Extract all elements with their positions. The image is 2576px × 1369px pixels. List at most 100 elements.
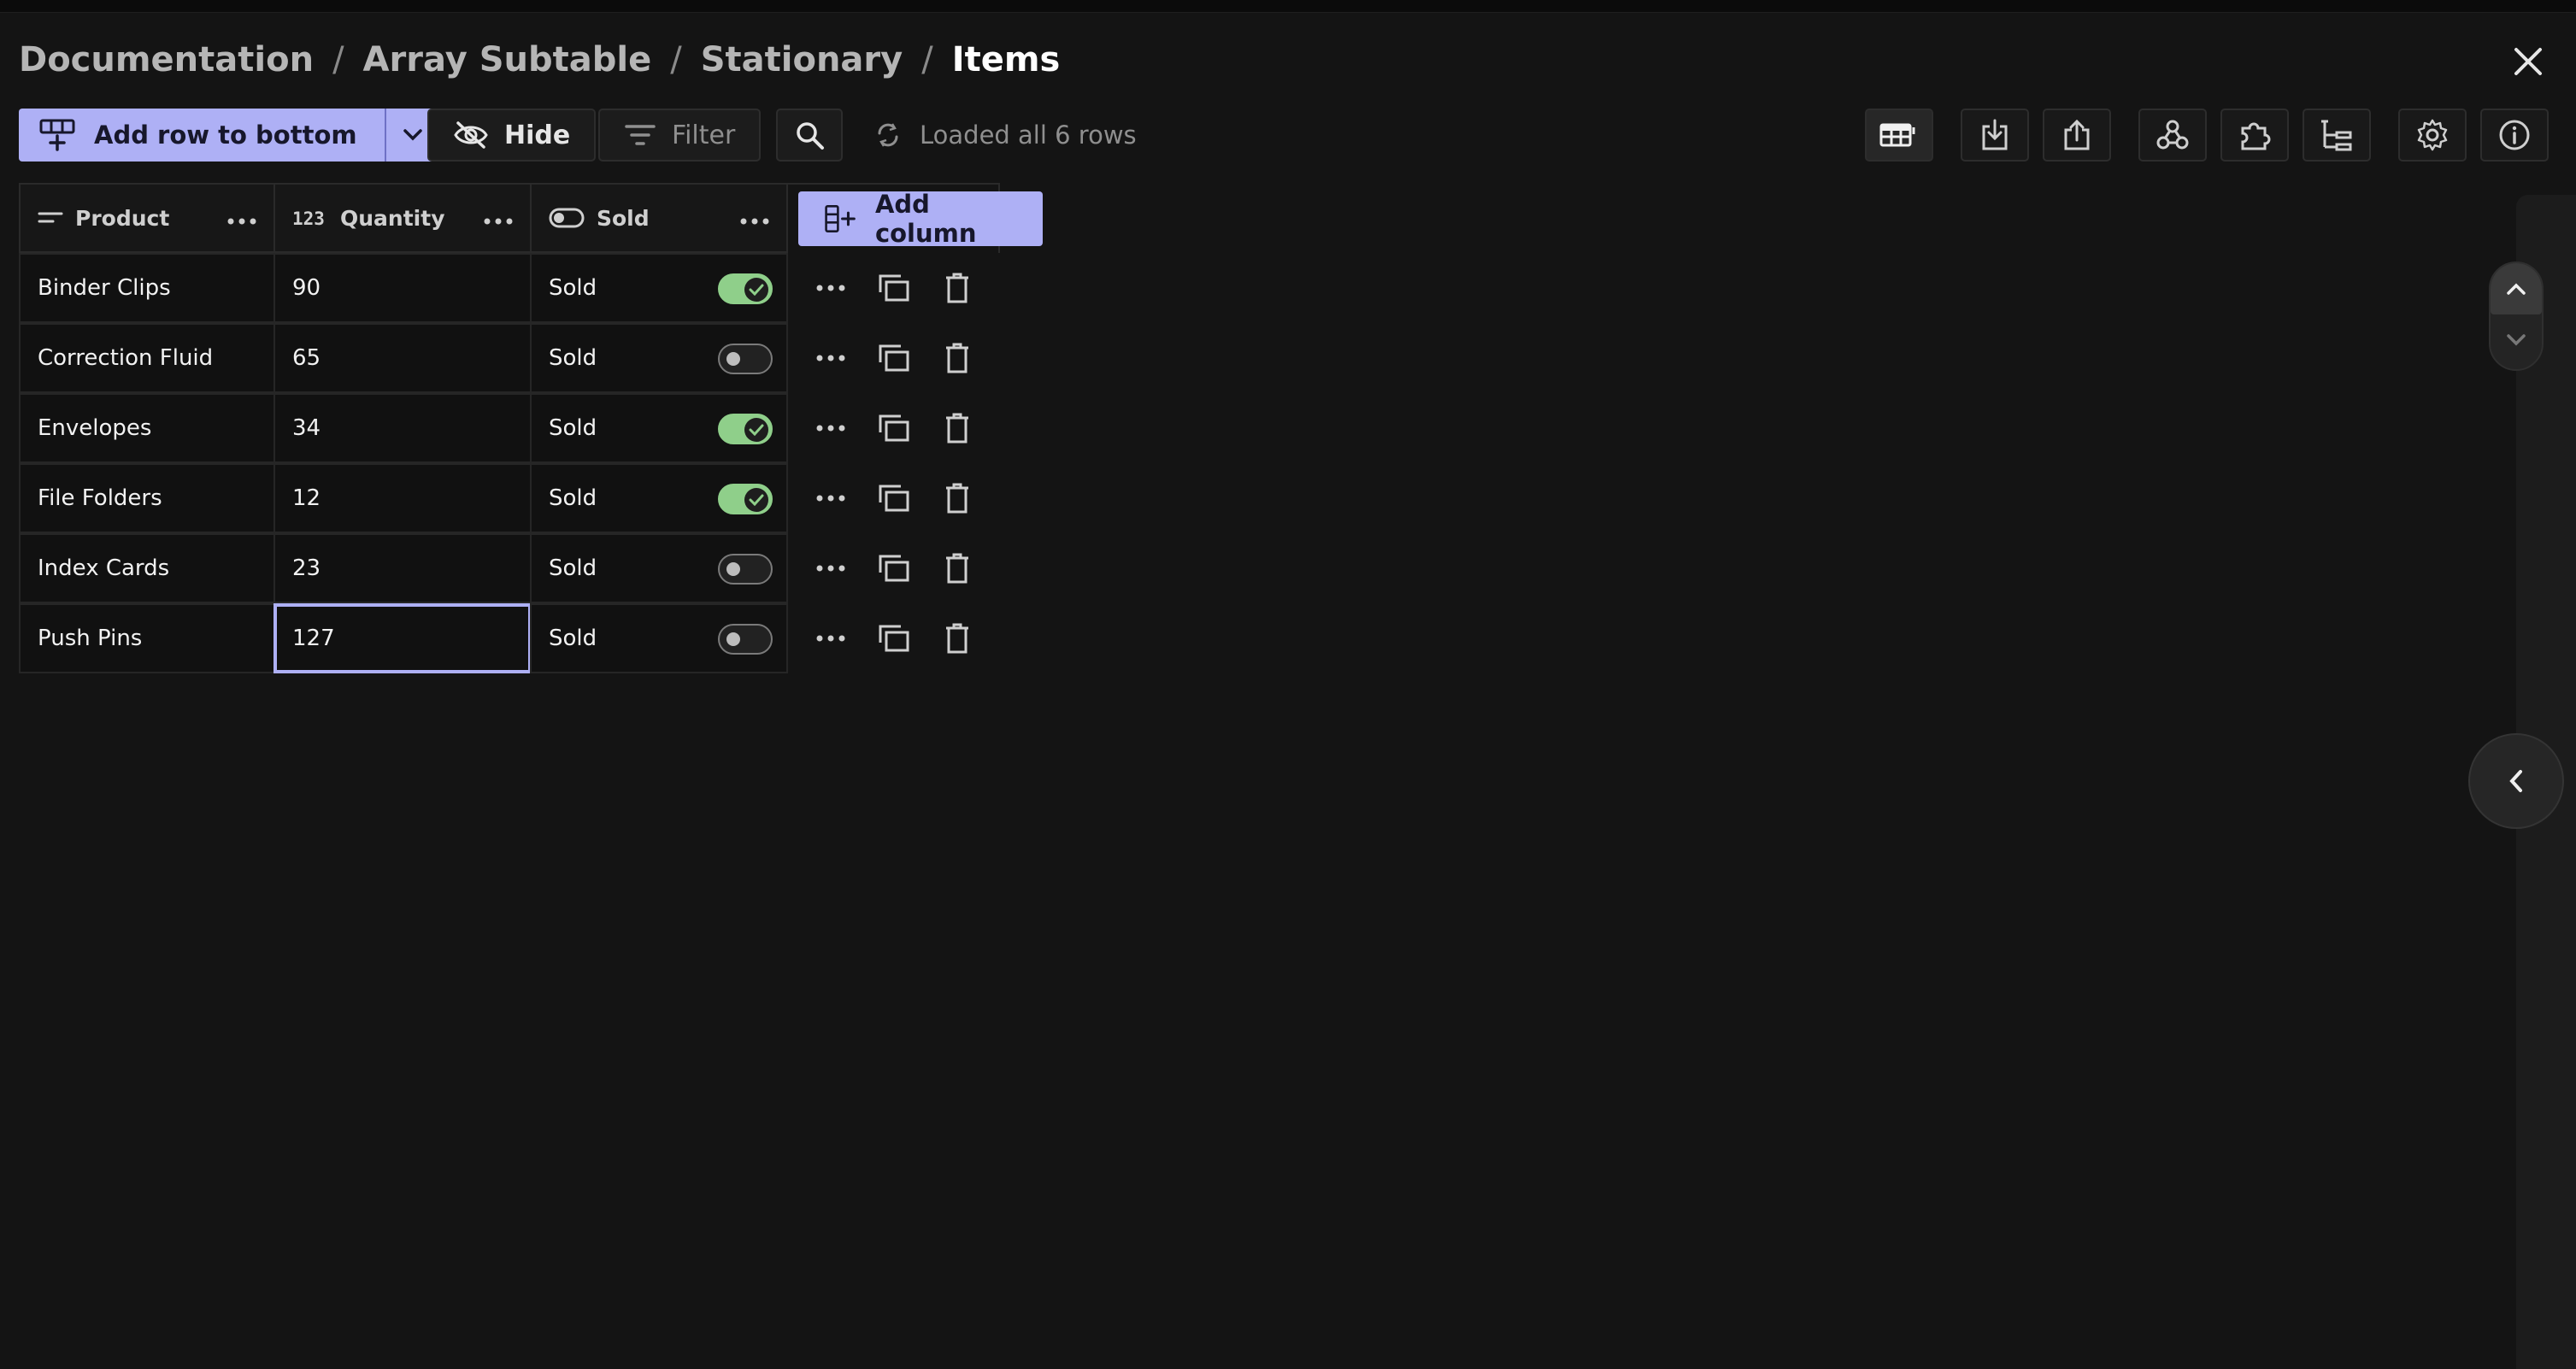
sold-toggle[interactable] <box>718 554 773 585</box>
tree-view-button[interactable] <box>2303 109 2371 162</box>
delete-row-button[interactable] <box>938 339 976 377</box>
row-actions <box>812 323 976 393</box>
column-menu-button[interactable] <box>227 206 256 231</box>
cell-quantity[interactable]: 90 <box>273 253 532 323</box>
row-actions <box>812 533 976 603</box>
cell-sold[interactable]: Sold <box>530 603 788 673</box>
hide-button[interactable]: Hide <box>427 109 597 162</box>
close-button[interactable] <box>2504 38 2552 85</box>
toggle-knob <box>744 278 768 302</box>
cell-quantity[interactable]: 23 <box>273 533 532 603</box>
sold-toggle[interactable] <box>718 414 773 444</box>
cell-product-text: Index Cards <box>38 555 170 581</box>
more-horizontal-icon <box>740 218 769 224</box>
refresh-icon <box>878 123 898 147</box>
row-menu-button[interactable] <box>812 339 850 377</box>
more-horizontal-icon <box>816 565 845 572</box>
toggle-knob <box>726 632 740 646</box>
cell-product[interactable]: Correction Fluid <box>19 323 275 393</box>
sold-toggle[interactable] <box>718 344 773 374</box>
more-horizontal-icon <box>816 285 845 291</box>
hide-label: Hide <box>504 120 571 150</box>
chevron-down-icon <box>2507 334 2526 346</box>
cell-quantity[interactable]: 65 <box>273 323 532 393</box>
check-icon <box>749 494 764 506</box>
cell-quantity[interactable]: 34 <box>273 393 532 463</box>
duplicate-row-button[interactable] <box>875 549 913 587</box>
expand-side-panel-button[interactable] <box>2468 733 2564 829</box>
sold-toggle[interactable] <box>718 624 773 655</box>
column-header-sold[interactable]: Sold <box>530 183 788 253</box>
add-row-button[interactable]: Add row to bottom <box>19 109 385 162</box>
toggle-knob <box>726 352 740 366</box>
cell-quantity[interactable]: 127 <box>273 603 532 673</box>
cell-product-text: Envelopes <box>38 415 152 441</box>
trash-icon <box>946 343 968 373</box>
add-column-button[interactable]: Add column <box>798 190 1043 248</box>
more-horizontal-icon <box>227 218 256 224</box>
info-button[interactable] <box>2480 109 2549 162</box>
breadcrumb-stationary[interactable]: Stationary <box>701 40 903 79</box>
cell-product[interactable]: Binder Clips <box>19 253 275 323</box>
cell-quantity[interactable]: 12 <box>273 463 532 533</box>
filter-icon <box>625 125 656 145</box>
scroll-up-button[interactable] <box>2491 263 2542 314</box>
export-button[interactable] <box>2043 109 2111 162</box>
import-button[interactable] <box>1961 109 2029 162</box>
webhooks-button[interactable] <box>2138 109 2207 162</box>
cell-sold[interactable]: Sold <box>530 463 788 533</box>
add-row-label: Add row to bottom <box>94 120 357 150</box>
extensions-button[interactable] <box>2220 109 2289 162</box>
filter-button[interactable]: Filter <box>598 109 762 162</box>
cell-sold[interactable]: Sold <box>530 393 788 463</box>
column-header-product[interactable]: Product <box>19 183 275 253</box>
row-menu-button[interactable] <box>812 479 850 517</box>
sold-toggle[interactable] <box>718 484 773 514</box>
row-menu-button[interactable] <box>812 549 850 587</box>
duplicate-row-button[interactable] <box>875 620 913 657</box>
duplicate-icon <box>879 485 909 512</box>
delete-row-button[interactable] <box>938 549 976 587</box>
trash-icon <box>946 273 968 303</box>
add-column-label: Add column <box>874 190 977 248</box>
chevron-down-icon <box>403 129 422 141</box>
toggle-icon <box>549 208 585 228</box>
settings-button[interactable] <box>2398 109 2467 162</box>
more-horizontal-icon <box>484 218 513 224</box>
cell-sold-text: Sold <box>549 345 597 371</box>
cell-product[interactable]: Envelopes <box>19 393 275 463</box>
duplicate-icon <box>879 414 909 442</box>
column-menu-button[interactable] <box>484 206 513 231</box>
breadcrumb-array-subtable[interactable]: Array Subtable <box>363 40 652 79</box>
delete-row-button[interactable] <box>938 269 976 307</box>
breadcrumb-documentation[interactable]: Documentation <box>19 40 314 79</box>
row-actions <box>812 253 976 323</box>
close-icon <box>2514 48 2542 75</box>
column-menu-button[interactable] <box>740 206 769 231</box>
delete-row-button[interactable] <box>938 479 976 517</box>
cell-product-text: File Folders <box>38 485 162 511</box>
duplicate-row-button[interactable] <box>875 339 913 377</box>
cell-sold[interactable]: Sold <box>530 533 788 603</box>
sold-toggle[interactable] <box>718 273 773 304</box>
duplicate-row-button[interactable] <box>875 409 913 447</box>
row-menu-button[interactable] <box>812 269 850 307</box>
table-view-button[interactable] <box>1865 109 1933 162</box>
cell-product[interactable]: Index Cards <box>19 533 275 603</box>
cell-quantity-text: 127 <box>292 626 335 651</box>
row-actions <box>812 393 976 463</box>
search-button[interactable] <box>776 109 843 162</box>
duplicate-row-button[interactable] <box>875 479 913 517</box>
delete-row-button[interactable] <box>938 620 976 657</box>
more-horizontal-icon <box>816 635 845 642</box>
delete-row-button[interactable] <box>938 409 976 447</box>
cell-product[interactable]: Push Pins <box>19 603 275 673</box>
column-header-quantity[interactable]: 123 Quantity <box>273 183 532 253</box>
cell-sold[interactable]: Sold <box>530 253 788 323</box>
cell-product[interactable]: File Folders <box>19 463 275 533</box>
cell-sold[interactable]: Sold <box>530 323 788 393</box>
row-menu-button[interactable] <box>812 409 850 447</box>
row-menu-button[interactable] <box>812 620 850 657</box>
scroll-down-button[interactable] <box>2491 314 2542 366</box>
duplicate-row-button[interactable] <box>875 269 913 307</box>
